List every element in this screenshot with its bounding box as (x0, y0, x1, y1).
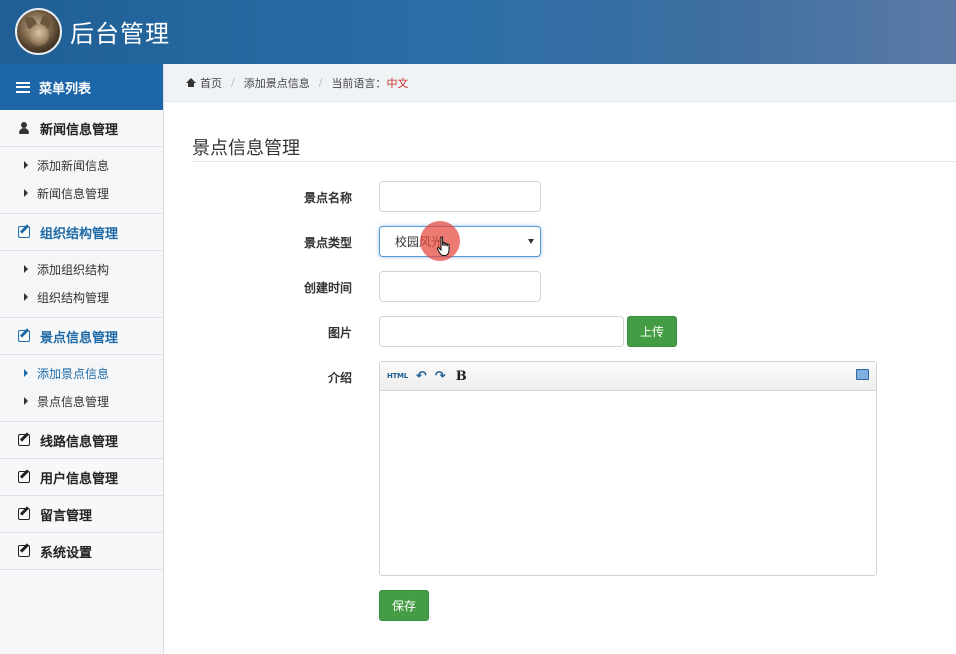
edit-icon (18, 330, 30, 342)
breadcrumb-current: 添加景点信息 (243, 76, 310, 90)
sidebar-item-system-settings[interactable]: 系统设置 (0, 533, 163, 570)
sidebar-item-attraction-management[interactable]: 景点信息管理 (0, 318, 163, 355)
top-header: 后台管理 (0, 0, 956, 64)
sidebar-group-news: 新闻信息管理 添加新闻信息 新闻信息管理 (0, 110, 163, 214)
list-icon (16, 81, 30, 93)
sidebar-item-label: 新闻信息管理 (37, 186, 110, 201)
bold-icon[interactable]: B (456, 368, 467, 384)
sidebar-item-message-management[interactable]: 留言管理 (0, 496, 163, 533)
sidebar-heading-label: 菜单列表 (39, 81, 92, 97)
upload-button[interactable]: 上传 (627, 316, 677, 347)
editor-toolbar: HTML ↶ ↷ B (380, 362, 876, 391)
sidebar-item-organization-list[interactable]: 组织结构管理 (0, 283, 163, 311)
redo-icon[interactable]: ↷ (435, 368, 446, 384)
page-title: 景点信息管理 (192, 138, 300, 159)
sidebar-group-attractions: 景点信息管理 添加景点信息 景点信息管理 (0, 318, 163, 422)
sidebar-item-route-management[interactable]: 线路信息管理 (0, 422, 163, 459)
breadcrumb-home-link[interactable]: 首页 (200, 75, 222, 91)
caret-right-icon (24, 265, 28, 273)
undo-icon[interactable]: ↶ (416, 368, 427, 384)
sidebar-item-add-attraction[interactable]: 添加景点信息 (0, 359, 163, 387)
sidebar-item-label: 线路信息管理 (40, 434, 119, 450)
attraction-name-input[interactable] (379, 181, 541, 212)
caret-right-icon (24, 397, 28, 405)
sidebar-item-label: 景点信息管理 (40, 330, 119, 346)
sidebar-item-label: 添加新闻信息 (37, 158, 110, 173)
sidebar-item-label: 留言管理 (40, 508, 93, 524)
sidebar-item-add-organization[interactable]: 添加组织结构 (0, 255, 163, 283)
created-time-input[interactable] (379, 271, 541, 302)
intro-label: 介绍 (327, 371, 352, 385)
caret-right-icon (24, 189, 28, 197)
sidebar-item-user-management[interactable]: 用户信息管理 (0, 459, 163, 496)
sidebar-group-organization: 组织结构管理 添加组织结构 组织结构管理 (0, 214, 163, 318)
sidebar-item-attraction-list[interactable]: 景点信息管理 (0, 387, 163, 415)
save-button[interactable]: 保存 (379, 590, 429, 621)
sidebar-item-label: 组织结构管理 (40, 226, 119, 242)
sidebar-item-news-list[interactable]: 新闻信息管理 (0, 179, 163, 207)
sidebar-item-label: 添加组织结构 (37, 262, 110, 277)
avatar (15, 8, 62, 55)
site-title: 后台管理 (70, 20, 170, 48)
breadcrumb-language-value: 中文 (386, 76, 409, 90)
hand-cursor-icon (436, 236, 450, 256)
edit-icon (18, 471, 30, 483)
intro-rich-text-editor: HTML ↶ ↷ B (379, 361, 877, 576)
sidebar-item-add-news[interactable]: 添加新闻信息 (0, 151, 163, 179)
sidebar-item-organization-management[interactable]: 组织结构管理 (0, 214, 163, 251)
name-label: 景点名称 (303, 191, 352, 205)
title-divider (192, 161, 956, 162)
attraction-type-select[interactable]: 校园风光 (379, 226, 541, 257)
caret-right-icon (24, 369, 28, 377)
edit-icon (18, 434, 30, 446)
sidebar: 菜单列表 新闻信息管理 添加新闻信息 新闻信息管理 组织结构管理 添加组织结构 (0, 64, 164, 654)
sidebar-item-label: 新闻信息管理 (40, 122, 119, 138)
breadcrumb-separator: / (231, 76, 235, 89)
breadcrumb-separator: / (318, 76, 323, 89)
user-icon (18, 122, 30, 134)
home-icon (186, 78, 196, 87)
edit-icon (18, 508, 30, 520)
created-time-label: 创建时间 (303, 281, 352, 295)
sidebar-heading: 菜单列表 (0, 64, 163, 110)
sidebar-item-label: 系统设置 (40, 545, 93, 561)
edit-icon (18, 226, 30, 238)
image-label: 图片 (327, 326, 352, 340)
edit-icon (18, 545, 30, 557)
image-path-input[interactable] (379, 316, 624, 347)
sidebar-item-label: 景点信息管理 (37, 394, 110, 409)
sidebar-item-news-management[interactable]: 新闻信息管理 (0, 110, 163, 147)
sidebar-item-label: 用户信息管理 (40, 471, 119, 487)
type-label: 景点类型 (303, 236, 352, 250)
sidebar-item-label: 添加景点信息 (37, 366, 110, 381)
caret-right-icon (24, 293, 28, 301)
caret-right-icon (24, 161, 28, 169)
breadcrumb-language-label: 当前语言： (331, 76, 387, 90)
editor-content-area[interactable] (380, 391, 876, 575)
breadcrumb: 首页 / 添加景点信息 / 当前语言： 中文 (164, 64, 956, 102)
chevron-down-icon (528, 239, 534, 244)
fullscreen-icon[interactable] (856, 369, 869, 380)
html-source-icon[interactable]: HTML (387, 368, 408, 384)
sidebar-item-label: 组织结构管理 (37, 290, 110, 305)
